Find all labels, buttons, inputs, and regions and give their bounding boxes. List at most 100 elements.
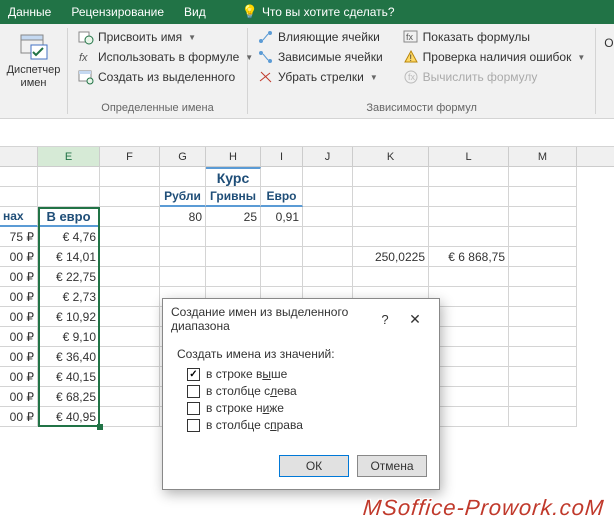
cell[interactable] bbox=[100, 187, 160, 207]
col-header-k[interactable]: K bbox=[353, 147, 429, 166]
cell[interactable] bbox=[100, 327, 160, 347]
cell[interactable] bbox=[353, 227, 429, 247]
cell[interactable]: 0,91 bbox=[261, 207, 303, 227]
cell[interactable] bbox=[509, 387, 577, 407]
cell[interactable] bbox=[100, 367, 160, 387]
name-manager-button[interactable]: Диспетчер имен bbox=[8, 28, 59, 92]
col-header-f[interactable]: F bbox=[100, 147, 160, 166]
cell[interactable] bbox=[429, 347, 509, 367]
use-in-formula-button[interactable]: fx Использовать в формуле ▼ bbox=[76, 48, 239, 66]
cell[interactable] bbox=[100, 287, 160, 307]
cell[interactable]: € 6 868,75 bbox=[429, 247, 509, 267]
cell[interactable]: 00 ₽ bbox=[0, 387, 38, 407]
cell[interactable]: 00 ₽ bbox=[0, 407, 38, 427]
cell[interactable] bbox=[429, 267, 509, 287]
tab-view[interactable]: Вид bbox=[184, 5, 206, 19]
col-header-j[interactable]: J bbox=[303, 147, 353, 166]
cancel-button[interactable]: Отмена bbox=[357, 455, 427, 477]
cell[interactable] bbox=[38, 187, 100, 207]
close-button[interactable]: ✕ bbox=[399, 311, 431, 328]
cell[interactable]: 25 bbox=[206, 207, 261, 227]
cell[interactable]: 00 ₽ bbox=[0, 287, 38, 307]
cell[interactable] bbox=[509, 287, 577, 307]
cell[interactable] bbox=[353, 167, 429, 187]
cell[interactable] bbox=[429, 287, 509, 307]
cell[interactable]: 00 ₽ bbox=[0, 247, 38, 267]
cell[interactable]: € 40,15 bbox=[38, 367, 100, 387]
cell[interactable]: нах bbox=[0, 207, 38, 227]
cell[interactable] bbox=[429, 407, 509, 427]
checkbox-right[interactable] bbox=[187, 419, 200, 432]
cell[interactable] bbox=[353, 187, 429, 207]
cell[interactable]: 80 bbox=[160, 207, 206, 227]
cell[interactable] bbox=[206, 267, 261, 287]
cell[interactable] bbox=[303, 247, 353, 267]
cell[interactable]: € 68,25 bbox=[38, 387, 100, 407]
cell[interactable] bbox=[509, 407, 577, 427]
cell[interactable] bbox=[429, 307, 509, 327]
cell[interactable] bbox=[509, 347, 577, 367]
checkbox-left-row[interactable]: в столбце слева bbox=[187, 384, 425, 398]
cell[interactable]: € 36,40 bbox=[38, 347, 100, 367]
error-checking-button[interactable]: ! Проверка наличия ошибок ▼ bbox=[401, 48, 588, 66]
checkbox-top[interactable] bbox=[187, 368, 200, 381]
checkbox-bottom[interactable] bbox=[187, 402, 200, 415]
cell-rub-header[interactable]: Рубли bbox=[160, 187, 206, 207]
cell[interactable] bbox=[429, 327, 509, 347]
cell[interactable] bbox=[509, 367, 577, 387]
cell[interactable] bbox=[160, 167, 206, 187]
cell[interactable] bbox=[100, 247, 160, 267]
define-name-button[interactable]: Присвоить имя ▼ bbox=[76, 28, 239, 46]
col-header-e[interactable]: E bbox=[38, 147, 100, 166]
cell[interactable] bbox=[100, 207, 160, 227]
cell[interactable] bbox=[429, 207, 509, 227]
cell[interactable] bbox=[261, 227, 303, 247]
cell[interactable] bbox=[509, 207, 577, 227]
cell-kurs-header[interactable]: Курс bbox=[206, 167, 261, 187]
cell[interactable] bbox=[429, 187, 509, 207]
cell[interactable]: € 4,76 bbox=[38, 227, 100, 247]
cell[interactable]: 250,0225 bbox=[353, 247, 429, 267]
checkbox-bottom-row[interactable]: в строке ниже bbox=[187, 401, 425, 415]
cell[interactable] bbox=[509, 307, 577, 327]
cell[interactable] bbox=[509, 247, 577, 267]
cell[interactable]: 00 ₽ bbox=[0, 267, 38, 287]
cell[interactable]: 00 ₽ bbox=[0, 307, 38, 327]
cell[interactable] bbox=[429, 367, 509, 387]
dialog-titlebar[interactable]: Создание имен из выделенного диапазона ?… bbox=[163, 299, 439, 339]
cell[interactable] bbox=[509, 167, 577, 187]
cell[interactable] bbox=[303, 267, 353, 287]
cell[interactable] bbox=[303, 167, 353, 187]
cell[interactable] bbox=[100, 387, 160, 407]
cell[interactable] bbox=[509, 227, 577, 247]
cell[interactable]: € 10,92 bbox=[38, 307, 100, 327]
checkbox-right-row[interactable]: в столбце справа bbox=[187, 418, 425, 432]
cell-grv-header[interactable]: Гривны bbox=[206, 187, 261, 207]
col-header[interactable] bbox=[0, 147, 38, 166]
cell[interactable]: € 2,73 bbox=[38, 287, 100, 307]
help-button[interactable]: ? bbox=[371, 312, 399, 327]
checkbox-top-row[interactable]: в строке выше bbox=[187, 367, 425, 381]
tell-me[interactable]: 💡 Что вы хотите сделать? bbox=[242, 4, 395, 20]
cell[interactable]: 00 ₽ bbox=[0, 347, 38, 367]
cell[interactable] bbox=[509, 267, 577, 287]
cell[interactable] bbox=[100, 227, 160, 247]
trace-dependents-button[interactable]: Зависимые ячейки bbox=[256, 48, 385, 66]
tab-review[interactable]: Рецензирование bbox=[71, 5, 164, 19]
cell[interactable] bbox=[100, 307, 160, 327]
col-header-i[interactable]: I bbox=[261, 147, 303, 166]
cell[interactable] bbox=[429, 167, 509, 187]
ok-button[interactable]: ОК bbox=[279, 455, 349, 477]
cell[interactable] bbox=[353, 267, 429, 287]
cell[interactable] bbox=[38, 167, 100, 187]
selection-handle[interactable] bbox=[97, 424, 103, 430]
cell[interactable] bbox=[261, 267, 303, 287]
cell[interactable]: 75 ₽ bbox=[0, 227, 38, 247]
col-header-g[interactable]: G bbox=[160, 147, 206, 166]
cell[interactable] bbox=[100, 167, 160, 187]
create-from-selection-button[interactable]: Создать из выделенного bbox=[76, 68, 239, 86]
cell[interactable] bbox=[206, 247, 261, 267]
cell[interactable] bbox=[0, 187, 38, 207]
cell[interactable] bbox=[303, 227, 353, 247]
remove-arrows-button[interactable]: Убрать стрелки ▼ bbox=[256, 68, 385, 86]
